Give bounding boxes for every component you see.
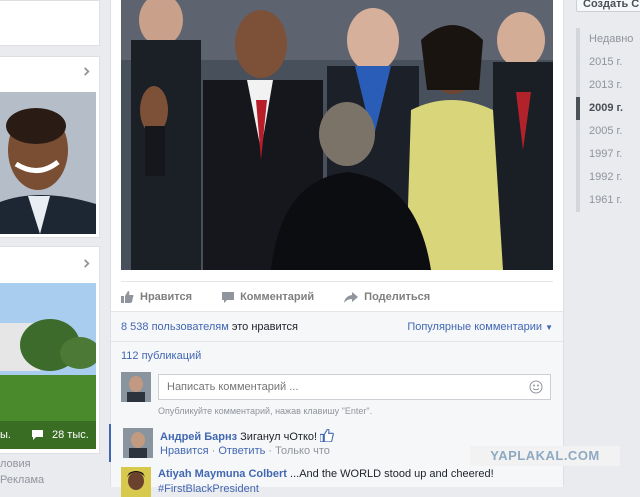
popular-comments-dropdown[interactable]: Популярные комментарии ▼ xyxy=(407,321,553,333)
comment-body: Atiyah Maymuna Colbert ...And the WORLD … xyxy=(158,468,494,480)
footer-terms-link[interactable]: ловия xyxy=(0,458,31,470)
likes-suffix: это нравится xyxy=(231,321,299,333)
post-actions: Нравится Комментарий Поделиться xyxy=(121,281,553,312)
like-label: Нравится xyxy=(140,291,193,303)
avatar[interactable] xyxy=(121,467,151,497)
obama-portrait-photo[interactable] xyxy=(0,92,96,234)
comment-item: Atiyah Maymuna Colbert ...And the WORLD … xyxy=(111,465,563,497)
dropdown-caret-icon: ▼ xyxy=(545,323,553,332)
comment-input[interactable] xyxy=(165,375,519,399)
timeline-item-1997[interactable]: 1997 г. xyxy=(576,143,640,166)
shares-link[interactable]: 112 публикаций xyxy=(121,350,201,362)
timeline-item-1961[interactable]: 1961 г. xyxy=(576,189,640,212)
left-column: ы. 28 тыс. ловия Реклама xyxy=(0,0,100,486)
thumbs-up-emoji-icon xyxy=(319,428,335,443)
likes-bar: 8 538 пользователям это нравится Популяр… xyxy=(111,311,563,342)
share-arrow-icon xyxy=(344,291,359,303)
comment-reply-link[interactable]: Ответить xyxy=(218,445,265,457)
post-card: Нравится Комментарий Поделиться 8 538 по… xyxy=(109,0,564,497)
comment-icon xyxy=(222,291,235,303)
comment-text: ...And the WORLD stood up and cheered! xyxy=(290,468,494,480)
timeline-item-2005[interactable]: 2005 г. xyxy=(576,120,640,143)
timeline-item-2015[interactable]: 2015 г. xyxy=(576,51,640,74)
comment-timestamp: Только что xyxy=(275,445,330,457)
timeline-item-2013[interactable]: 2013 г. xyxy=(576,74,640,97)
photo-comment-count: 28 тыс. xyxy=(52,429,89,441)
create-button[interactable]: Создать С xyxy=(576,0,640,12)
timeline-item-2009[interactable]: 2009 г. xyxy=(576,97,640,120)
photo-like-count: ы. xyxy=(0,429,11,441)
comment-meta: Нравится · Ответить · Только что xyxy=(160,445,330,457)
comment-author-link[interactable]: Андрей Барнз xyxy=(160,431,237,443)
timeline-item-1992[interactable]: 1992 г. xyxy=(576,166,640,189)
emoji-icon[interactable] xyxy=(529,380,543,394)
comment-input-box[interactable] xyxy=(158,374,551,400)
share-button[interactable]: Поделиться xyxy=(344,291,430,303)
comment-like-link[interactable]: Нравится xyxy=(160,445,209,457)
inauguration-photo[interactable] xyxy=(121,0,553,270)
comment-author-link[interactable]: Atiyah Maymuna Colbert xyxy=(158,468,287,480)
footer-ads-link[interactable]: Реклама xyxy=(0,474,44,486)
comment-text: Зиганул чОтко! xyxy=(240,431,318,443)
right-column: Создать С Недавно 2015 г. 2013 г. 2009 г… xyxy=(572,0,640,486)
share-label: Поделиться xyxy=(364,291,431,303)
watermark-logo: YAPLAKAL.COM xyxy=(470,446,620,466)
chevron-right-icon[interactable] xyxy=(82,259,91,268)
like-button[interactable]: Нравится xyxy=(121,291,192,303)
thumbs-up-icon xyxy=(121,291,134,303)
comment-button[interactable]: Комментарий xyxy=(222,291,314,303)
left-card-top xyxy=(0,0,100,46)
chevron-right-icon[interactable] xyxy=(82,67,91,76)
avatar[interactable] xyxy=(121,372,151,402)
comment-label: Комментарий xyxy=(240,291,315,303)
likes-count-link[interactable]: 8 538 пользователям xyxy=(121,321,229,333)
comment-hashtag-link[interactable]: #FirstBlackPresident xyxy=(158,483,259,495)
timeline-years: Недавно 2015 г. 2013 г. 2009 г. 2005 г. … xyxy=(576,28,640,212)
popular-comments-label: Популярные комментарии xyxy=(407,321,543,333)
likes-summary: 8 538 пользователям это нравится xyxy=(121,321,298,333)
avatar[interactable] xyxy=(123,428,153,458)
comment-enter-hint: Опубликуйте комментарий, нажав клавишу "… xyxy=(158,406,373,416)
comment-body: Андрей Барнз Зиганул чОтко! xyxy=(160,428,335,443)
white-house-photo[interactable] xyxy=(0,283,96,449)
comment-icon xyxy=(32,430,43,440)
timeline-item-recent[interactable]: Недавно xyxy=(576,28,640,51)
